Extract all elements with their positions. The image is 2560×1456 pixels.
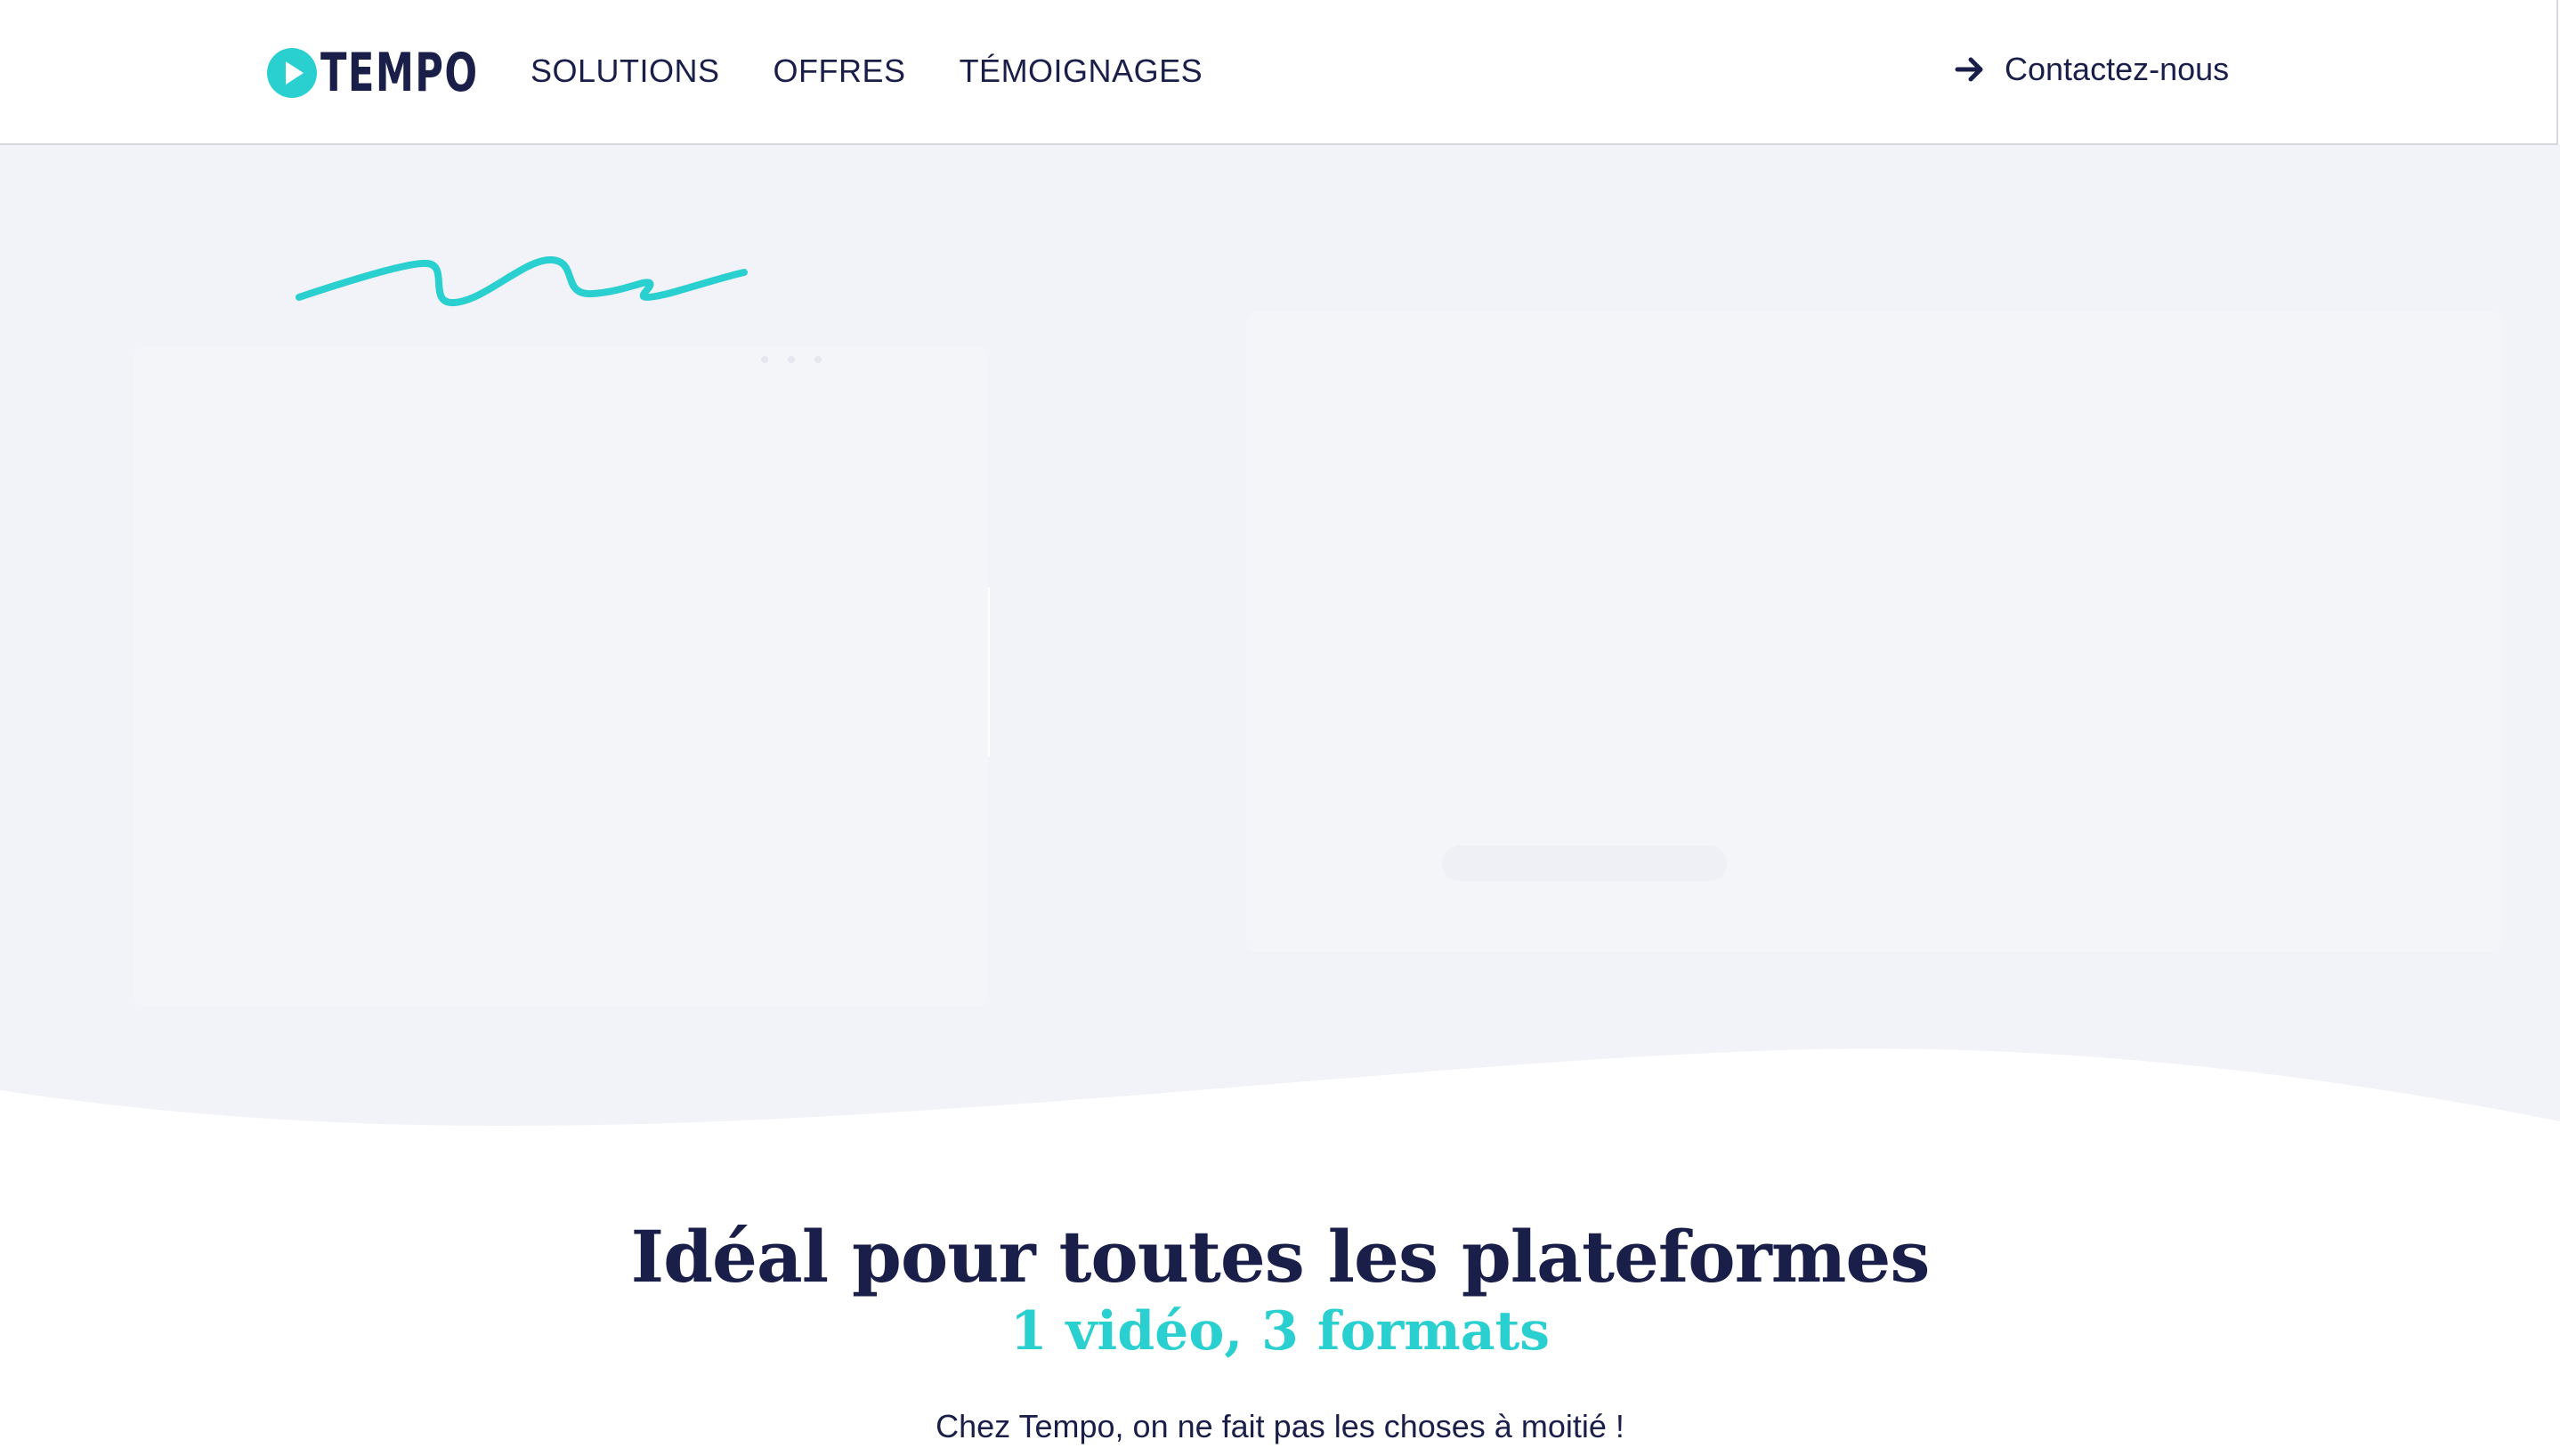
squiggle-decoration [296, 256, 748, 306]
section-subtitle: 1 vidéo, 3 formats [1009, 1300, 1551, 1363]
hero-image-placeholder [134, 347, 988, 1006]
hero-video-placeholder[interactable] [1246, 311, 2503, 952]
logo-text: TEMPO [320, 42, 479, 104]
faint-caption-bar [1442, 845, 1727, 881]
nav-item-solutions[interactable]: SOLUTIONS [531, 52, 720, 91]
contact-label: Contactez-nous [2005, 51, 2230, 87]
tempo-logo[interactable]: TEMPO [267, 46, 540, 100]
hero-wave-divider [0, 1023, 2560, 1157]
section-text: Chez Tempo, on ne fait pas les choses à … [936, 1408, 1624, 1444]
main-nav: SOLUTIONS OFFRES TÉMOIGNAGES [531, 52, 1203, 91]
play-icon [267, 48, 317, 98]
arrow-right-icon [1955, 56, 1985, 83]
nav-item-offres[interactable]: OFFRES [774, 52, 906, 91]
nav-item-temoignages[interactable]: TÉMOIGNAGES [960, 52, 1203, 91]
divider [988, 587, 990, 756]
contact-link[interactable]: Contactez-nous [1955, 50, 2229, 89]
section-title: Idéal pour toutes les plateformes [630, 1215, 1931, 1298]
site-header: TEMPO SOLUTIONS OFFRES TÉMOIGNAGES Conta… [0, 0, 2558, 145]
dots-decoration [761, 356, 822, 363]
